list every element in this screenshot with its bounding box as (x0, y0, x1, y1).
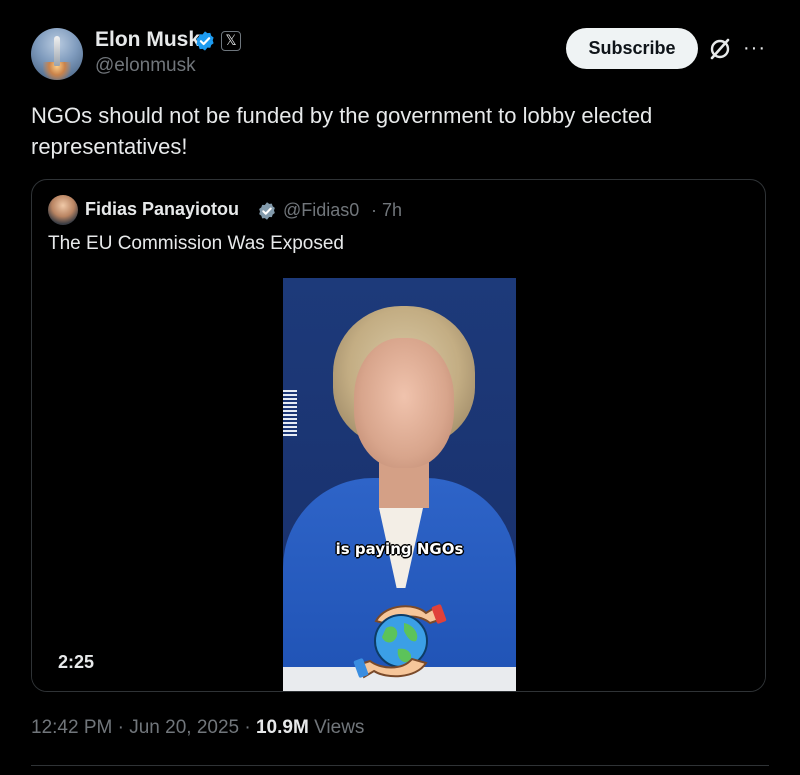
quoted-author-avatar[interactable] (48, 195, 78, 225)
grok-slash-circle-icon[interactable] (708, 37, 732, 61)
x-affiliation-badge: 𝕏 (221, 31, 241, 51)
gray-verified-badge-icon (259, 202, 275, 220)
quoted-text: The EU Commission Was Exposed (48, 233, 345, 254)
quoted-author-name[interactable]: Fidias Panayiotou (85, 199, 239, 220)
author-name[interactable]: Elon Musk (95, 28, 200, 52)
author-handle[interactable]: @elonmusk (95, 55, 196, 77)
views-count[interactable]: 10.9M (256, 717, 309, 738)
ellipsis-icon[interactable]: ··· (743, 38, 767, 58)
author-avatar[interactable] (31, 28, 83, 80)
post-date[interactable]: Jun 20, 2025 (129, 717, 239, 738)
meta-separator-2: · (244, 717, 251, 738)
subscribe-button[interactable]: Subscribe (566, 28, 698, 69)
video-player[interactable]: is paying NGOs 2:25 (32, 278, 765, 691)
meta-separator: · (117, 717, 124, 738)
quoted-post[interactable]: Fidias Panayiotou @Fidias0 · 7h The EU C… (31, 179, 766, 692)
quoted-separator: · (371, 200, 377, 220)
video-duration: 2:25 (58, 652, 95, 672)
speaker-face (354, 338, 454, 468)
divider (31, 765, 769, 766)
post-metadata: 12:42 PM · Jun 20, 2025 · 10.9M Views (31, 717, 364, 739)
avatar-rocket (54, 36, 60, 66)
views-label: Views (314, 717, 365, 738)
video-caption: is paying NGOs (335, 540, 464, 558)
hands-holding-globe-icon (353, 604, 447, 679)
tweet-text: NGOs should not be funded by the governm… (31, 103, 653, 159)
video-thumbnail: is paying NGOs (283, 278, 516, 691)
quoted-timestamp[interactable]: 7h (382, 200, 402, 221)
quoted-author-handle[interactable]: @Fidias0 (283, 200, 359, 221)
flag-stripes (283, 390, 297, 436)
post-time[interactable]: 12:42 PM (31, 717, 112, 738)
verified-badge-icon (196, 31, 214, 51)
